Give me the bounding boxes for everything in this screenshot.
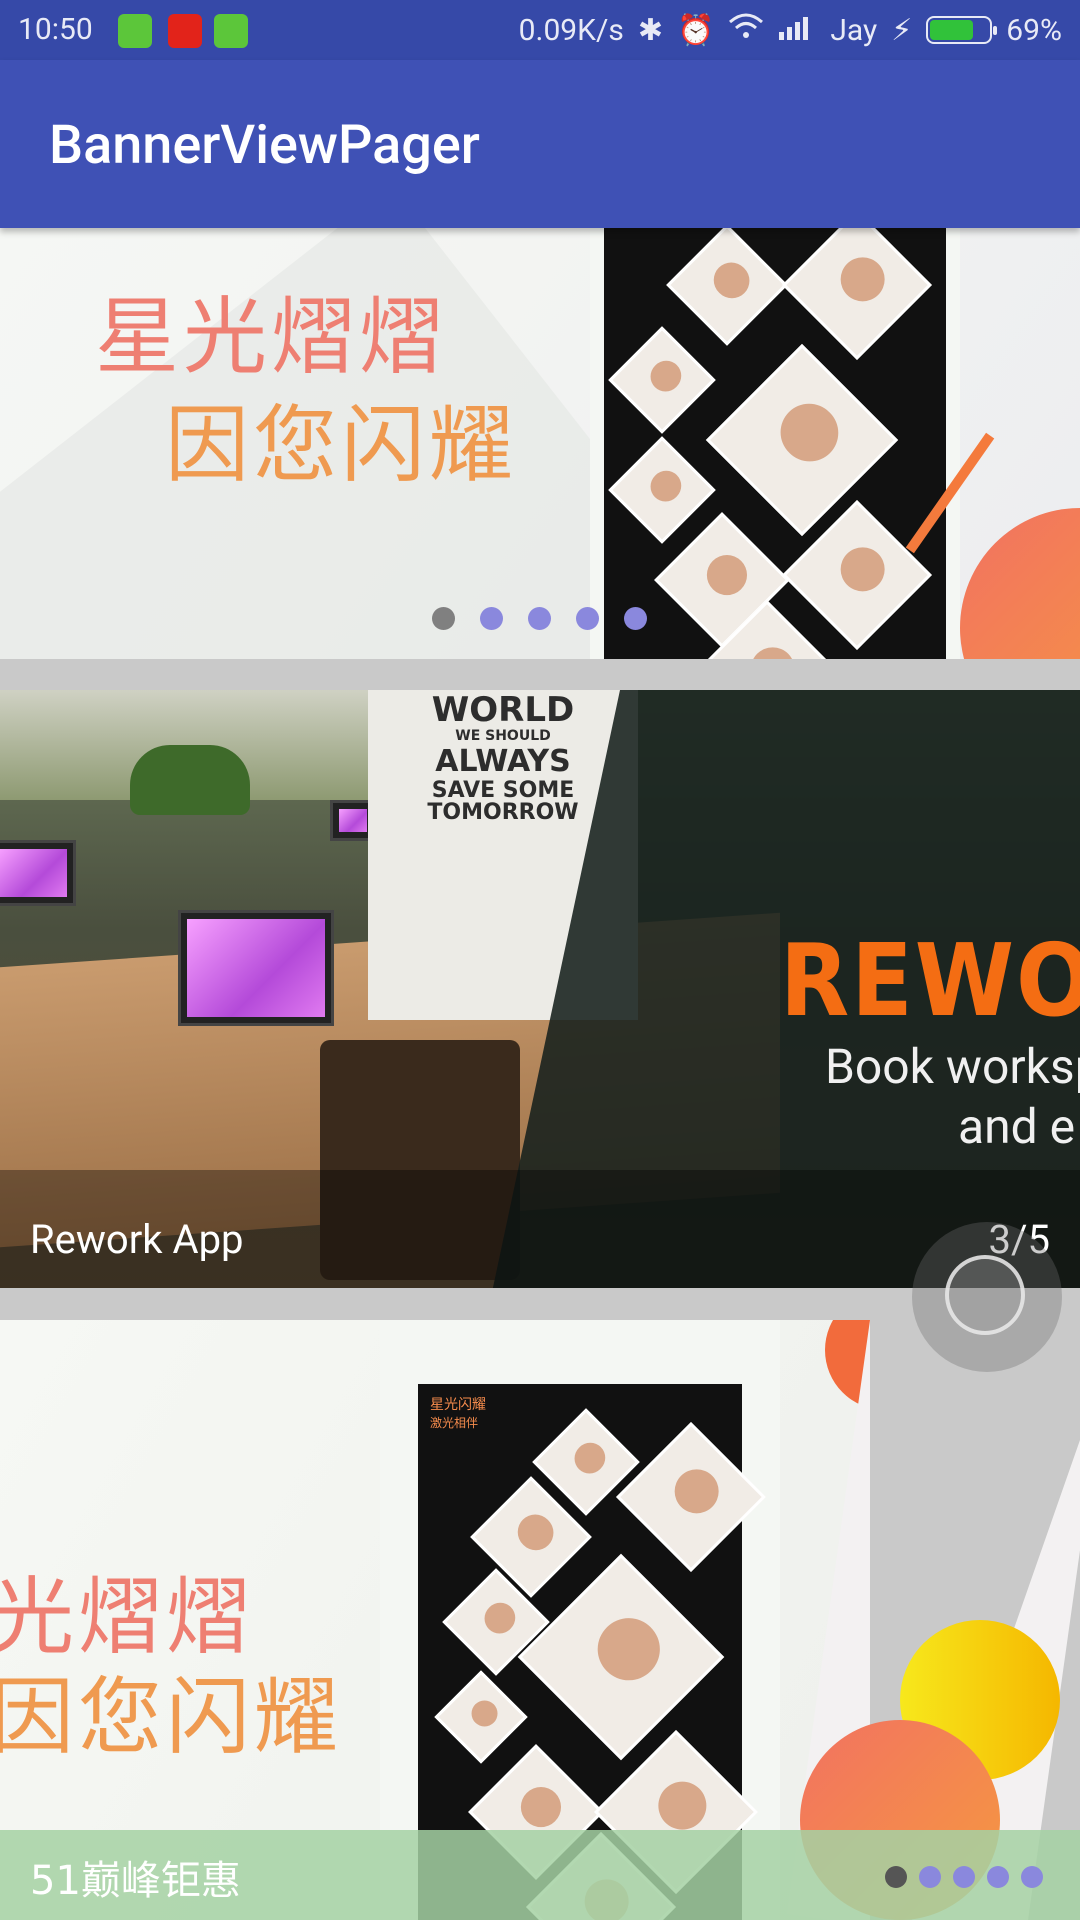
- banner-slider-1[interactable]: 星光熠熠 因您闪耀: [0, 228, 1080, 659]
- indicator-dot-active[interactable]: [432, 607, 455, 630]
- alarm-icon: ⏰: [677, 12, 715, 48]
- charging-icon: ⚡: [891, 12, 913, 48]
- promo-phone-image: [590, 228, 960, 659]
- brand-headline: REWOR: [780, 922, 1080, 1039]
- signal-icon: [778, 13, 816, 48]
- indicator-dot[interactable]: [1021, 1866, 1043, 1888]
- indicator-dot[interactable]: [480, 607, 503, 630]
- carrier-name: Jay: [830, 12, 878, 48]
- laptop-image: [178, 910, 334, 1026]
- banner-caption: Rework App: [30, 1216, 244, 1263]
- indicator-dot[interactable]: [624, 607, 647, 630]
- battery-percent: 69%: [1006, 12, 1062, 48]
- android-app-icon: [214, 14, 248, 48]
- page-title: BannerViewPager: [49, 114, 480, 177]
- indicator-dot[interactable]: [919, 1866, 941, 1888]
- indicator-dot[interactable]: [953, 1866, 975, 1888]
- status-right-group: 0.09K/s ✱ ⏰ Jay ⚡ 69%: [519, 12, 1062, 48]
- banner-1-indicator: [432, 607, 647, 630]
- wifi-icon: [728, 12, 764, 48]
- app-bar: BannerViewPager: [0, 60, 1080, 228]
- phone-header-1: 星光闪耀: [430, 1397, 486, 1413]
- office-plant: [130, 745, 250, 815]
- status-time: 10:50: [18, 12, 93, 47]
- poster-line2: ALWAYS: [435, 744, 571, 779]
- banner-3-indicator: [885, 1866, 1043, 1888]
- brand-tagline-1: Book worksp: [825, 1038, 1080, 1095]
- banner-caption: 51巅峰钜惠: [30, 1858, 241, 1904]
- banner-slogan-line2: 因您闪耀: [165, 396, 518, 494]
- bluetooth-icon: ✱: [637, 12, 663, 48]
- poster-world: WORLD: [431, 690, 575, 730]
- sim-app-icon: [118, 14, 152, 48]
- poster-line1: WE SHOULD: [455, 728, 551, 744]
- banner-caption-bar: 51巅峰钜惠: [0, 1830, 1080, 1920]
- laptop-image: [0, 840, 76, 906]
- touch-assist-ring-icon: [945, 1255, 1025, 1335]
- status-bar: 10:50 0.09K/s ✱ ⏰ Jay ⚡ 69%: [0, 0, 1080, 60]
- battery-icon: [926, 16, 998, 44]
- indicator-dot[interactable]: [576, 607, 599, 630]
- indicator-dot[interactable]: [528, 607, 551, 630]
- banner-slogan-line2: 因您闪耀: [0, 1668, 343, 1766]
- banner-slogan-line1: 星光熠熠: [95, 288, 448, 386]
- phone-header-2: 激光相伴: [430, 1416, 479, 1430]
- indicator-dot[interactable]: [987, 1866, 1009, 1888]
- banner-slider-2[interactable]: WORLD WE SHOULD ALWAYS SAVE SOME TOMORRO…: [0, 690, 1080, 1288]
- brand-tagline-2: and e: [958, 1098, 1076, 1155]
- radio-app-icon: [168, 14, 202, 48]
- net-speed: 0.09K/s: [518, 12, 624, 48]
- indicator-dot-active[interactable]: [885, 1866, 907, 1888]
- decorative-circle: [960, 508, 1080, 659]
